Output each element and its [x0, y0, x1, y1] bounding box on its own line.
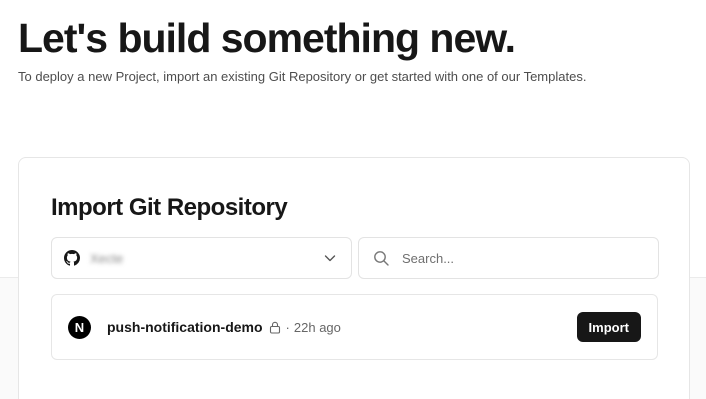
- search-icon: [373, 250, 390, 267]
- import-button[interactable]: Import: [576, 312, 641, 342]
- import-git-repository-card: Import Git Repository Xecte N push-notif…: [18, 157, 690, 399]
- meta-separator: ·: [285, 319, 290, 335]
- lock-icon: [269, 321, 281, 334]
- repository-search: [358, 237, 659, 279]
- repository-name: push-notification-demo: [107, 319, 263, 335]
- chevron-down-icon: [323, 251, 337, 265]
- hero: Let's build something new. To deploy a n…: [18, 14, 586, 85]
- updated-time: 22h ago: [293, 319, 341, 335]
- account-name: Xecte: [90, 250, 124, 266]
- search-input[interactable]: [402, 250, 644, 266]
- card-title: Import Git Repository: [51, 194, 288, 221]
- page-title: Let's build something new.: [18, 15, 516, 61]
- nextjs-logo-icon: N: [68, 315, 91, 339]
- page-subtitle: To deploy a new Project, import an exist…: [18, 69, 587, 84]
- github-icon: [64, 250, 80, 266]
- git-scope-selector[interactable]: Xecte: [51, 237, 352, 279]
- repository-row: N push-notification-demo · 22h ago Impor…: [51, 294, 658, 360]
